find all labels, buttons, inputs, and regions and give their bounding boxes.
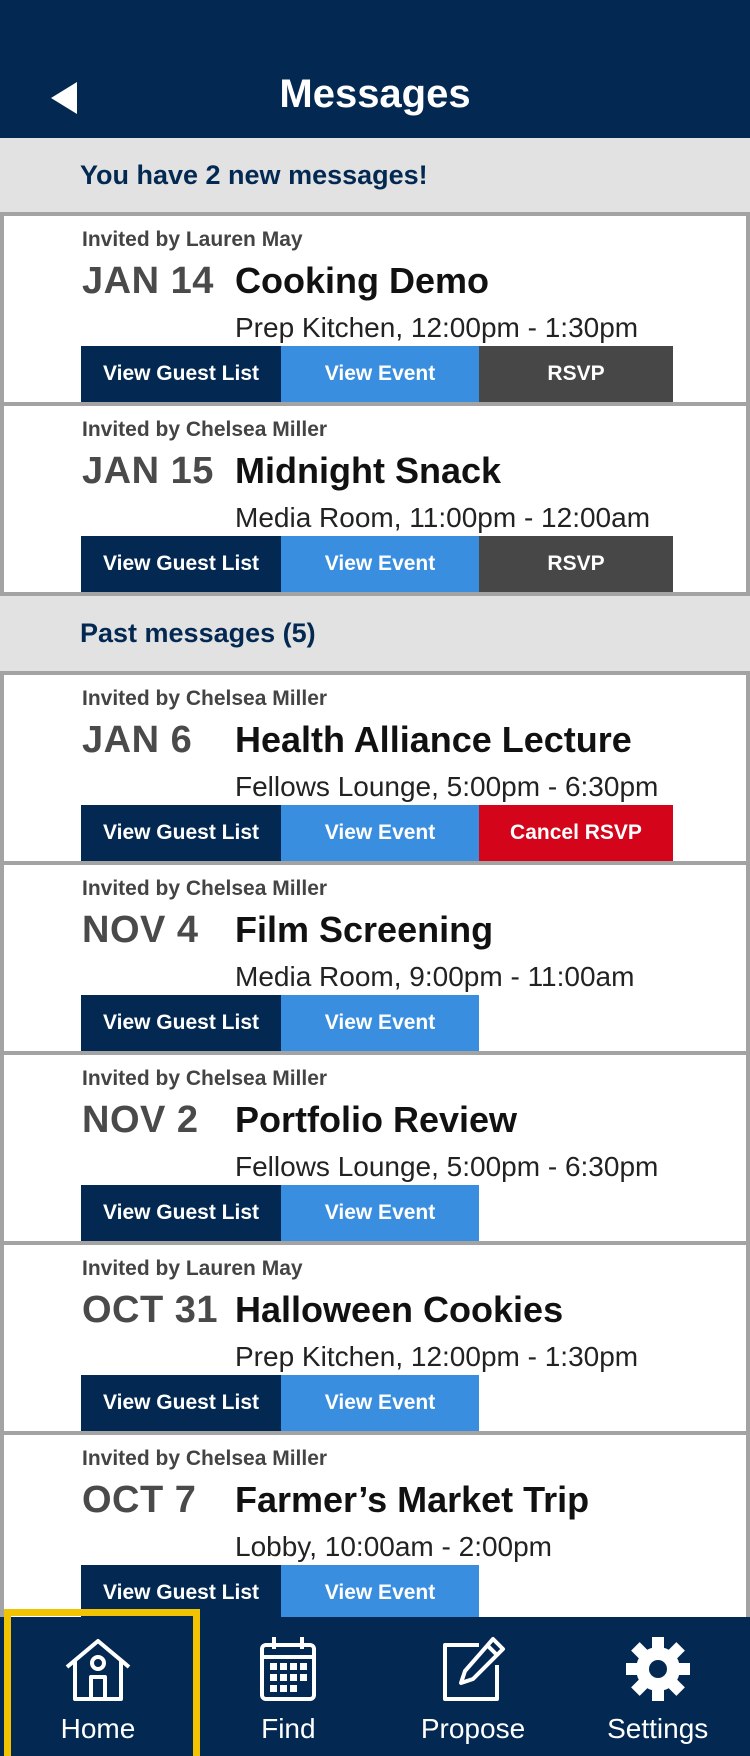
- tab-settings-label: Settings: [607, 1713, 709, 1744]
- event-title: Film Screening: [235, 909, 494, 950]
- event-location: Fellows Lounge, 5:00pm - 6:30pm: [235, 771, 659, 802]
- view-event-button[interactable]: View Event: [281, 536, 479, 592]
- page-title: Messages: [279, 72, 471, 116]
- tab-find-label: Find: [261, 1713, 316, 1744]
- inviter-label: Invited by Chelsea Miller: [82, 877, 328, 900]
- edit-icon: [443, 1637, 505, 1701]
- message-card: Invited by Chelsea Miller NOV 4 Film Scree…: [0, 865, 750, 1055]
- message-card: Invited by Chelsea Miller NOV 2 Portfolio …: [0, 1055, 750, 1245]
- inviter-label: Invited by Lauren May: [82, 228, 303, 251]
- new-messages-list: Invited by Lauren May JAN 14 Cooking Demo P…: [0, 212, 750, 596]
- event-location: Media Room, 11:00pm - 12:00am: [235, 502, 651, 533]
- tab-find[interactable]: Find: [196, 1617, 381, 1756]
- view-event-button[interactable]: View Event: [281, 1185, 479, 1241]
- calendar-icon: [260, 1637, 317, 1701]
- inviter-label: Invited by Chelsea Miller: [82, 418, 328, 441]
- event-date: JAN 14: [82, 260, 214, 302]
- cancel-rsvp-button[interactable]: Cancel RSVP: [479, 805, 673, 861]
- view-guest-list-button[interactable]: View Guest List: [81, 995, 281, 1051]
- rsvp-button[interactable]: RSVP: [479, 536, 673, 592]
- view-guest-list-button[interactable]: View Guest List: [81, 346, 281, 402]
- inviter-label: Invited by Chelsea Miller: [82, 1067, 328, 1090]
- event-title: Midnight Snack: [235, 450, 502, 491]
- tab-home-label: Home: [60, 1713, 136, 1744]
- view-event-button[interactable]: View Event: [281, 1375, 479, 1431]
- event-title: Cooking Demo: [235, 260, 490, 301]
- inviter-label: Invited by Chelsea Miller: [82, 1447, 328, 1470]
- past-messages-header: Past messages (5): [0, 596, 750, 671]
- action-buttons: View Guest List View Event Cancel RSVP: [81, 805, 673, 861]
- view-guest-list-button[interactable]: View Guest List: [81, 1185, 281, 1241]
- event-location: Media Room, 9:00pm - 11:00am: [235, 961, 635, 992]
- action-buttons: View Guest List View Event RSVP: [81, 346, 673, 402]
- view-guest-list-button[interactable]: View Guest List: [81, 536, 281, 592]
- event-title: Health Alliance Lecture: [235, 719, 632, 760]
- inviter-label: Invited by Lauren May: [82, 1257, 303, 1280]
- event-date: OCT 31: [82, 1289, 219, 1331]
- tab-propose-label: Propose: [420, 1713, 526, 1744]
- message-card: Invited by Lauren May JAN 14 Cooking Demo P…: [0, 212, 750, 406]
- event-location: Prep Kitchen, 12:00pm - 1:30pm: [235, 1341, 639, 1372]
- message-card: Invited by Chelsea Miller JAN 6 Health All…: [0, 671, 750, 865]
- app-header: Messages: [0, 0, 750, 138]
- message-card: Invited by Chelsea Miller JAN 15 Midnight …: [0, 406, 750, 596]
- message-card-body: Invited by Chelsea Miller JAN 6 Health All…: [4, 675, 746, 861]
- event-date: NOV 2: [82, 1099, 199, 1141]
- action-buttons: View Guest List View Event RSVP: [81, 536, 673, 592]
- event-title: Farmer’s Market Trip: [235, 1479, 590, 1520]
- event-date: NOV 4: [82, 909, 199, 951]
- event-date: JAN 6: [82, 719, 193, 761]
- action-buttons: View Guest List View Event: [81, 995, 479, 1051]
- messages-list[interactable]: You have 2 new messages! Invited by Laur…: [0, 138, 750, 1617]
- message-card-body: Invited by Chelsea Miller JAN 15 Midnight …: [4, 406, 746, 592]
- event-title: Halloween Cookies: [235, 1289, 564, 1330]
- new-messages-header: You have 2 new messages!: [0, 138, 750, 212]
- tab-settings[interactable]: Settings: [565, 1617, 750, 1756]
- event-date: OCT 7: [82, 1479, 197, 1521]
- message-card-body: Invited by Chelsea Miller OCT 7 Farmer’s M…: [4, 1435, 746, 1617]
- inviter-label: Invited by Chelsea Miller: [82, 687, 328, 710]
- event-date: JAN 15: [82, 450, 214, 492]
- view-event-button[interactable]: View Event: [281, 346, 479, 402]
- event-location: Prep Kitchen, 12:00pm - 1:30pm: [235, 312, 639, 343]
- view-event-button[interactable]: View Event: [281, 805, 479, 861]
- message-card: Invited by Lauren May OCT 31 Halloween Coo…: [0, 1245, 750, 1435]
- rsvp-button[interactable]: RSVP: [479, 346, 673, 402]
- message-card: Invited by Chelsea Miller OCT 7 Farmer’s M…: [0, 1435, 750, 1617]
- action-buttons: View Guest List View Event: [81, 1565, 479, 1617]
- message-card-body: Invited by Chelsea Miller NOV 4 Film Scree…: [4, 865, 746, 1051]
- action-buttons: View Guest List View Event: [81, 1185, 479, 1241]
- tab-propose[interactable]: Propose: [381, 1617, 566, 1756]
- view-guest-list-button[interactable]: View Guest List: [81, 805, 281, 861]
- past-messages-list: Invited by Chelsea Miller JAN 6 Health All…: [0, 671, 750, 1617]
- event-title: Portfolio Review: [235, 1099, 518, 1140]
- view-guest-list-button[interactable]: View Guest List: [81, 1565, 281, 1617]
- bottom-tab-bar: Home Find Propose Settings: [0, 1609, 750, 1756]
- action-buttons: View Guest List View Event: [81, 1375, 479, 1431]
- view-event-button[interactable]: View Event: [281, 995, 479, 1051]
- tab-home[interactable]: Home: [0, 1609, 200, 1756]
- event-location: Fellows Lounge, 5:00pm - 6:30pm: [235, 1151, 659, 1182]
- gear-icon: [625, 1637, 690, 1701]
- home-icon: [65, 1639, 131, 1701]
- view-guest-list-button[interactable]: View Guest List: [81, 1375, 281, 1431]
- message-card-body: Invited by Lauren May JAN 14 Cooking Demo P…: [4, 216, 746, 402]
- view-event-button[interactable]: View Event: [281, 1565, 479, 1617]
- message-card-body: Invited by Lauren May OCT 31 Halloween Coo…: [4, 1245, 746, 1431]
- event-location: Lobby, 10:00am - 2:00pm: [235, 1531, 553, 1562]
- message-card-body: Invited by Chelsea Miller NOV 2 Portfolio …: [4, 1055, 746, 1241]
